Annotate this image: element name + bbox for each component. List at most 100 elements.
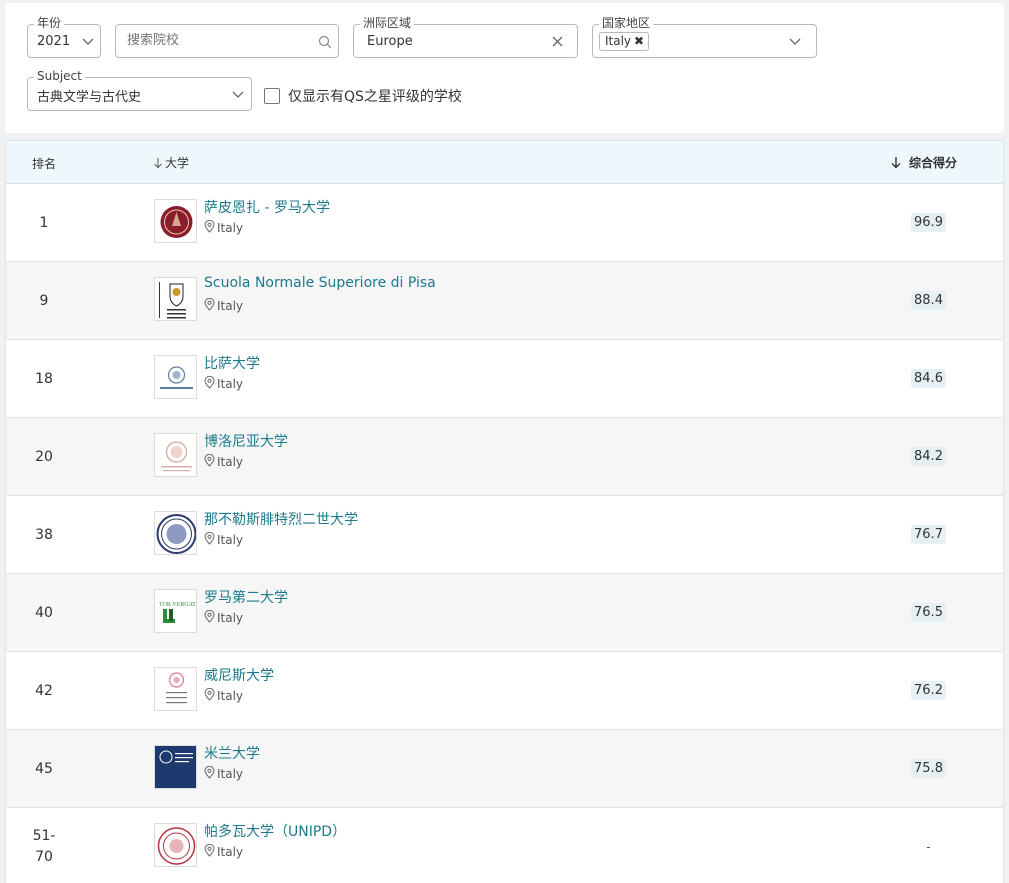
location-pin-icon	[204, 297, 215, 314]
university-name-link[interactable]: 米兰大学	[204, 743, 260, 763]
qs-stars-filter[interactable]: 仅显示有QS之星评级的学校	[264, 86, 462, 106]
table-row[interactable]: 51- 70 帕多瓦大学（UNIPD） Italy -	[6, 808, 1003, 883]
location: Italy	[204, 765, 243, 782]
university-header[interactable]: 大学	[153, 154, 189, 171]
rank-value: 20	[35, 448, 53, 465]
rank-value: 38	[35, 526, 53, 543]
location: Italy	[204, 609, 244, 626]
chevron-down-icon	[82, 38, 94, 45]
location: Italy	[204, 219, 244, 236]
country-tag[interactable]: Italy ✖	[599, 32, 650, 51]
location-pin-icon	[204, 219, 215, 236]
svg-text:TOR VERGATA: TOR VERGATA	[159, 602, 197, 608]
rank-value: 42	[35, 682, 53, 699]
location-pin-icon	[204, 375, 215, 392]
table-header: 排名 大学 综合得分	[6, 141, 1003, 184]
subject-select[interactable]: Subject 古典文学与古代史	[27, 69, 252, 111]
rank-header[interactable]: 排名	[32, 155, 56, 172]
search-icon[interactable]	[318, 35, 332, 49]
qs-stars-checkbox[interactable]	[264, 88, 280, 104]
table-row[interactable]: 40 TOR VERGATA 罗马第二大学 Italy 76.5	[6, 574, 1003, 652]
country-name: Italy	[217, 221, 244, 235]
university-name-link[interactable]: 那不勒斯腓特烈二世大学	[204, 509, 358, 529]
overall-score: 84.2	[911, 447, 946, 466]
overall-score: -	[926, 839, 931, 854]
table-body: 1 萨皮恩扎 - 罗马大学 Italy 96.9 9 Scuola Normale Sup…	[6, 184, 1003, 883]
overall-score: 75.8	[911, 759, 946, 778]
overall-score: 96.9	[911, 213, 946, 232]
country-name: Italy	[217, 689, 244, 703]
clear-icon[interactable]	[552, 36, 563, 47]
table-row[interactable]: 9 Scuola Normale Superiore di Pisa Italy 88…	[6, 262, 1003, 340]
arrow-down-icon	[891, 157, 901, 169]
qs-stars-label: 仅显示有QS之星评级的学校	[288, 89, 462, 105]
year-select[interactable]: 年份 2021	[27, 16, 101, 58]
location: Italy	[204, 375, 244, 392]
university-logo[interactable]	[154, 511, 197, 555]
university-name-link[interactable]: 帕多瓦大学（UNIPD）	[204, 821, 346, 841]
university-name-link[interactable]: Scuola Normale Superiore di Pisa	[204, 275, 436, 291]
rank-value: 40	[35, 604, 53, 621]
country-name: Italy	[217, 611, 244, 625]
location: Italy	[204, 843, 243, 860]
country-name: Italy	[217, 455, 244, 469]
location: Italy	[204, 687, 244, 704]
university-logo[interactable]	[154, 277, 197, 321]
university-name-link[interactable]: 博洛尼亚大学	[204, 431, 288, 451]
score-header-label: 综合得分	[909, 156, 958, 170]
location-pin-icon	[204, 531, 215, 548]
table-row[interactable]: 45 米兰大学 Italy 75.8	[6, 730, 1003, 808]
search-field[interactable]	[115, 24, 339, 58]
subject-value: 古典文学与古代史	[37, 90, 142, 105]
university-header-label: 大学	[165, 156, 190, 170]
university-logo[interactable]	[154, 433, 197, 477]
university-logo[interactable]	[154, 355, 197, 399]
year-value: 2021	[37, 34, 71, 49]
rank-value: 18	[35, 370, 53, 387]
university-logo[interactable]	[154, 667, 197, 711]
search-input[interactable]	[127, 33, 307, 48]
subject-label: Subject	[34, 69, 85, 83]
rank-value: 1	[39, 214, 49, 231]
location-pin-icon	[204, 843, 215, 860]
overall-score: 88.4	[911, 291, 946, 310]
university-name-link[interactable]: 罗马第二大学	[204, 587, 288, 607]
university-logo[interactable]	[154, 199, 197, 243]
university-name-link[interactable]: 威尼斯大学	[204, 665, 274, 685]
score-header[interactable]: 综合得分	[890, 154, 957, 171]
location: Italy	[204, 531, 243, 548]
overall-score: 76.5	[911, 603, 946, 622]
filter-panel: 年份 2021 洲际区域 Europe 国家地区 Italy ✖ Subject…	[5, 3, 1004, 133]
tag-remove-icon[interactable]: ✖	[634, 33, 644, 50]
rank-value: 45	[35, 760, 53, 777]
location-pin-icon	[204, 609, 215, 626]
year-label: 年份	[34, 16, 65, 30]
university-logo[interactable]	[154, 745, 197, 789]
chevron-down-icon	[789, 38, 801, 45]
table-row[interactable]: 38 那不勒斯腓特烈二世大学 Italy 76.7	[6, 496, 1003, 574]
university-name-link[interactable]: 比萨大学	[204, 353, 260, 373]
university-logo[interactable]	[154, 823, 197, 867]
region-select[interactable]: 洲际区域 Europe	[353, 16, 578, 58]
table-row[interactable]: 42 威尼斯大学 Italy 76.2	[6, 652, 1003, 730]
country-name: Italy	[217, 377, 244, 391]
country-tag-label: Italy	[605, 34, 632, 48]
location-pin-icon	[204, 765, 215, 782]
ranking-table: 排名 大学 综合得分 1 萨皮恩扎 - 罗马大学 Italy 96.9 9 Scuola …	[5, 140, 1004, 883]
country-name: Italy	[217, 299, 244, 313]
location: Italy	[204, 297, 244, 314]
university-logo[interactable]: TOR VERGATA	[154, 589, 197, 633]
rank-value: 9	[39, 292, 49, 309]
university-name-link[interactable]: 萨皮恩扎 - 罗马大学	[204, 197, 330, 217]
country-label: 国家地区	[599, 16, 654, 30]
location-pin-icon	[204, 687, 215, 704]
overall-score: 84.6	[911, 369, 946, 388]
table-row[interactable]: 18 比萨大学 Italy 84.6	[6, 340, 1003, 418]
country-select[interactable]: 国家地区 Italy ✖	[592, 16, 817, 58]
rank-value: 51- 70	[32, 828, 56, 865]
region-label: 洲际区域	[360, 16, 415, 30]
location: Italy	[204, 453, 244, 470]
table-row[interactable]: 1 萨皮恩扎 - 罗马大学 Italy 96.9	[6, 184, 1003, 262]
arrow-down-icon	[154, 157, 162, 168]
table-row[interactable]: 20 博洛尼亚大学 Italy 84.2	[6, 418, 1003, 496]
